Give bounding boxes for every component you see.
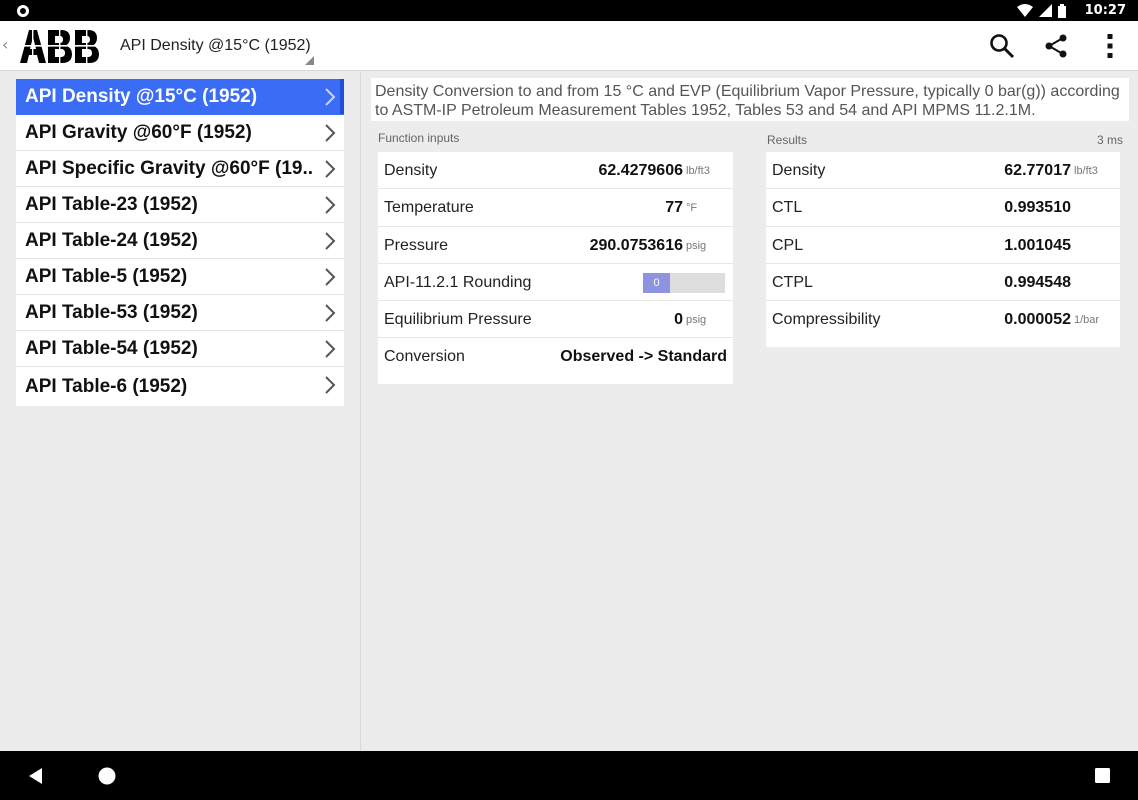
input-name: Temperature xyxy=(384,199,474,217)
result-unit: lb/ft3 xyxy=(1074,165,1098,177)
chevron-right-icon xyxy=(325,304,336,322)
inputs-card: Density 62.4279606 lb/ft3 Temperature 77… xyxy=(378,152,733,384)
result-name: Compressibility xyxy=(772,311,881,329)
status-time: 10:27 xyxy=(1084,3,1126,18)
more-vert-icon xyxy=(1107,34,1113,58)
notification-icon xyxy=(17,5,29,17)
chevron-right-icon xyxy=(325,340,336,358)
system-nav-bar xyxy=(0,751,1138,800)
input-name: Conversion xyxy=(384,348,465,366)
input-row-equilibrium-pressure[interactable]: Equilibrium Pressure 0 psig xyxy=(378,301,733,339)
function-spinner[interactable]: API Density @15°C (1952) xyxy=(120,37,311,55)
function-list-item[interactable]: API Table-24 (1952) xyxy=(16,223,344,259)
input-name: API-11.2.1 Rounding xyxy=(384,273,532,291)
input-unit: °F xyxy=(686,202,698,215)
function-description: Density Conversion to and from 15 °C and… xyxy=(371,78,1129,121)
function-list-item[interactable]: API Table-5 (1952) xyxy=(16,259,344,295)
results-card: Density 62.77017 lb/ft3 CTL 0.993510 CPL… xyxy=(766,152,1120,347)
result-row-ctpl: CTPL 0.994548 xyxy=(766,264,1120,302)
status-bar: 10:27 xyxy=(0,0,1138,21)
function-list-item[interactable]: API Density @15°C (1952) xyxy=(16,79,344,115)
input-row-rounding: API-11.2.1 Rounding 0 xyxy=(378,264,733,302)
wifi-icon xyxy=(1017,4,1033,17)
search-button[interactable] xyxy=(987,31,1017,61)
input-value: 0 xyxy=(674,311,683,329)
input-row-conversion[interactable]: Conversion Observed -> Standard xyxy=(378,338,733,375)
function-list-item-label: API Gravity @60°F (1952) xyxy=(25,121,252,143)
result-row-compressibility: Compressibility 0.000052 1/bar xyxy=(766,301,1120,338)
home-icon[interactable] xyxy=(96,765,118,787)
function-list-item[interactable]: API Table-53 (1952) xyxy=(16,295,344,331)
chevron-right-icon xyxy=(325,232,336,250)
result-value: 0.000052 xyxy=(1004,311,1071,329)
input-value: 290.0753616 xyxy=(589,236,683,254)
function-list-item[interactable]: API Gravity @60°F (1952) xyxy=(16,115,344,151)
rounding-slider-value: 0 xyxy=(643,272,670,293)
function-list-item-label: API Table-53 (1952) xyxy=(25,301,198,323)
input-row-density[interactable]: Density 62.4279606 lb/ft3 xyxy=(378,152,733,190)
input-name: Density xyxy=(384,162,438,179)
chevron-right-icon xyxy=(325,124,336,142)
function-list-item-label: API Table-23 (1952) xyxy=(25,193,198,215)
result-unit: 1/bar xyxy=(1074,314,1100,327)
signal-icon xyxy=(1039,4,1052,17)
back-chevron-icon[interactable]: ‹ xyxy=(2,35,8,54)
chevron-right-icon xyxy=(325,88,336,106)
result-name: CPL xyxy=(772,236,804,254)
results-elapsed-time: 3 ms xyxy=(1096,133,1123,147)
function-list-item-label: API Table-24 (1952) xyxy=(25,229,198,251)
search-icon xyxy=(990,34,1015,59)
back-icon[interactable] xyxy=(25,765,47,787)
function-list-pane: API Density @15°C (1952) API Gravity @60°… xyxy=(0,72,361,751)
abb-logo xyxy=(18,30,102,63)
function-list-item-label: API Table-54 (1952) xyxy=(25,337,198,359)
input-row-temperature[interactable]: Temperature 77 °F xyxy=(378,189,733,227)
function-list-item[interactable]: API Specific Gravity @60°F (19.. xyxy=(16,151,344,187)
chevron-right-icon xyxy=(325,196,336,214)
share-button[interactable] xyxy=(1041,31,1071,61)
battery-icon xyxy=(1058,3,1066,18)
function-list-item-label: API Specific Gravity @60°F (19.. xyxy=(25,157,314,179)
function-list-item[interactable]: API Table-23 (1952) xyxy=(16,187,344,223)
app-bar: ‹ API Density @15°C (1952) xyxy=(0,21,1138,71)
input-value: 77 xyxy=(665,199,683,217)
result-value: 1.001045 xyxy=(1004,236,1071,254)
input-name: Pressure xyxy=(384,236,449,254)
recents-icon[interactable] xyxy=(1092,765,1114,787)
function-list-item-label: API Table-5 (1952) xyxy=(25,265,188,287)
more-options-button[interactable] xyxy=(1095,31,1125,61)
result-row-density: Density 62.77017 lb/ft3 xyxy=(766,152,1120,190)
inputs-section-label: Function inputs xyxy=(378,131,460,145)
result-value: 62.77017 xyxy=(1004,162,1071,179)
result-value: 0.993510 xyxy=(1004,199,1071,217)
results-section-label: Results xyxy=(767,133,808,147)
rounding-slider[interactable]: 0 xyxy=(643,272,725,293)
input-row-pressure[interactable]: Pressure 290.0753616 psig xyxy=(378,227,733,264)
result-name: Density xyxy=(772,162,826,179)
function-list-item[interactable]: API Table-54 (1952) xyxy=(16,331,344,367)
input-unit: psig xyxy=(686,239,707,252)
result-row-ctl: CTL 0.993510 xyxy=(766,189,1120,227)
result-row-cpl: CPL 1.001045 xyxy=(766,227,1120,264)
input-unit: lb/ft3 xyxy=(686,165,710,177)
result-name: CTPL xyxy=(772,273,813,291)
share-icon xyxy=(1045,34,1067,58)
chevron-right-icon xyxy=(325,160,336,178)
function-list-item-label: API Table-6 (1952) xyxy=(25,375,188,397)
input-value: 62.4279606 xyxy=(598,162,683,179)
input-unit: psig xyxy=(686,314,707,327)
result-value: 0.994548 xyxy=(1004,273,1071,291)
function-list-item-label: API Density @15°C (1952) xyxy=(25,85,258,107)
input-name: Equilibrium Pressure xyxy=(384,311,532,329)
chevron-right-icon xyxy=(325,376,336,394)
spinner-dropdown-icon[interactable] xyxy=(305,56,314,65)
chevron-right-icon xyxy=(325,268,336,286)
function-list: API Density @15°C (1952) API Gravity @60°… xyxy=(16,79,344,406)
result-name: CTL xyxy=(772,199,803,217)
function-list-item[interactable]: API Table-6 (1952) xyxy=(16,367,344,406)
status-icons xyxy=(1017,3,1066,18)
input-value: Observed -> Standard xyxy=(560,348,727,366)
